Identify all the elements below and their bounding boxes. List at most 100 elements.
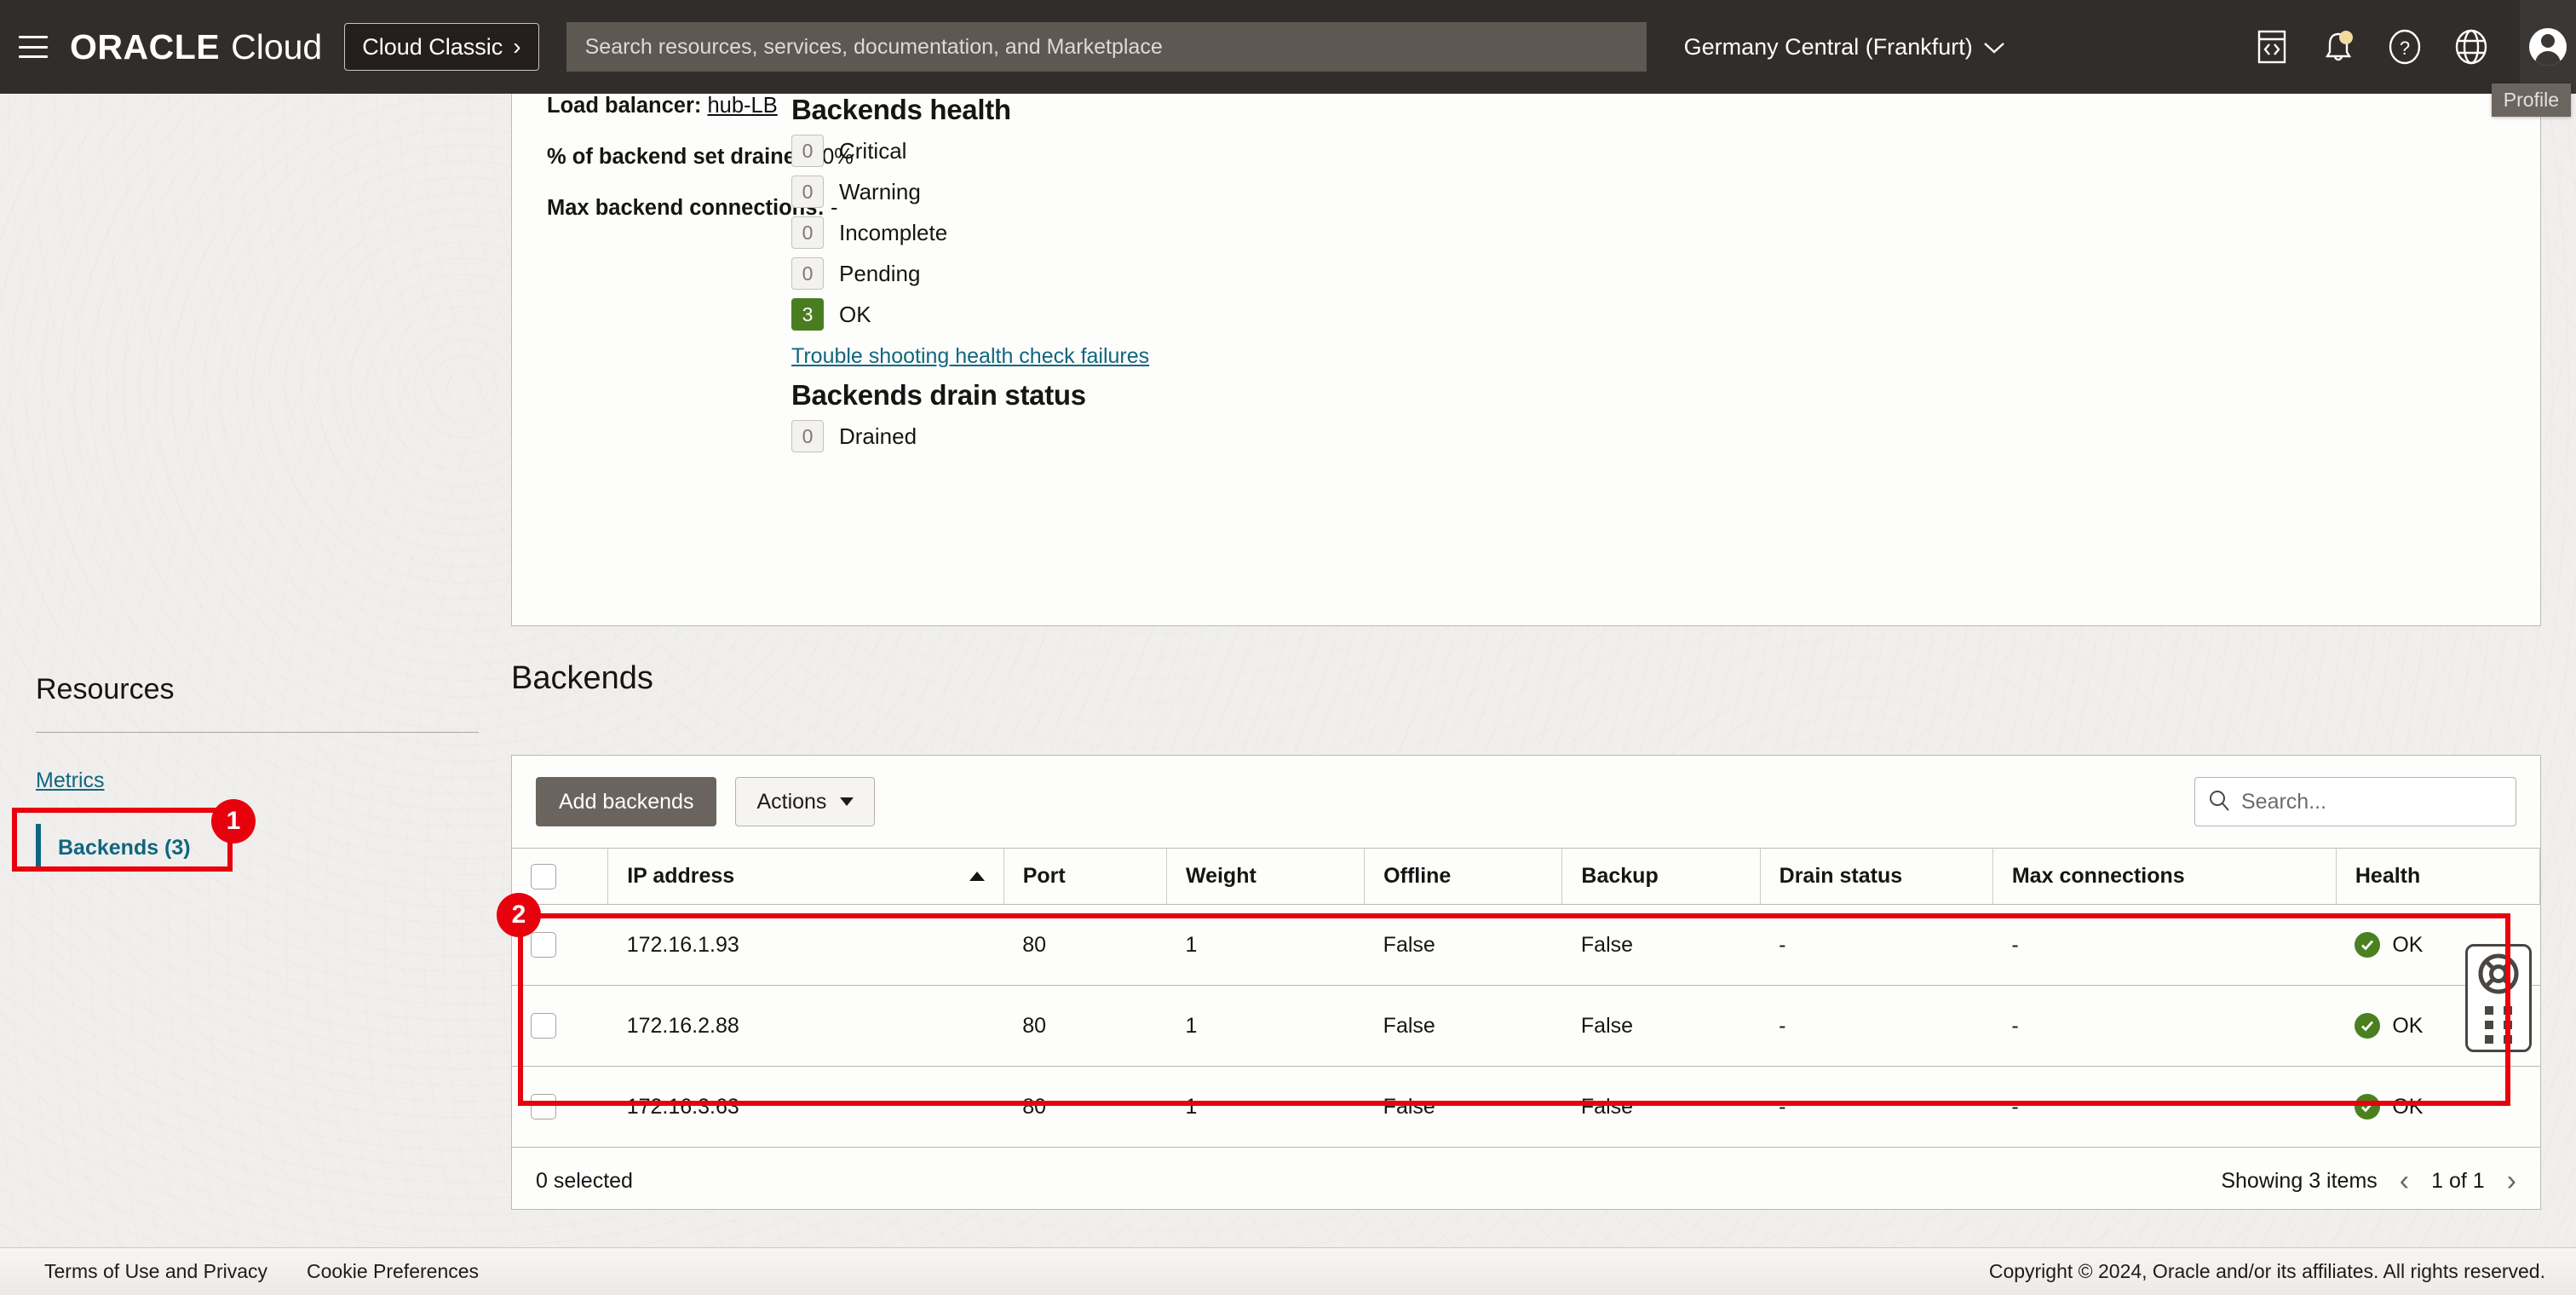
table-search-box[interactable] bbox=[2194, 777, 2516, 826]
table-footer: 0 selected Showing 3 items ‹ 1 of 1 › bbox=[512, 1148, 2540, 1214]
actions-button[interactable]: Actions bbox=[735, 777, 875, 826]
cell-ip-address: 172.16.3.63 bbox=[608, 1067, 1003, 1148]
drain-label-drained: Drained bbox=[839, 423, 917, 450]
profile-avatar-icon[interactable] bbox=[2520, 0, 2576, 94]
health-label-incomplete: Incomplete bbox=[839, 220, 947, 246]
global-search-wrapper bbox=[566, 22, 1647, 72]
column-header-offline[interactable]: Offline bbox=[1365, 849, 1562, 905]
select-all-checkbox[interactable] bbox=[531, 864, 556, 889]
health-label-critical: Critical bbox=[839, 138, 906, 164]
previous-page-icon[interactable]: ‹ bbox=[2400, 1166, 2409, 1195]
cell-ip-address: 172.16.1.93 bbox=[608, 905, 1003, 986]
health-label-warning: Warning bbox=[839, 179, 921, 205]
backend-set-details-panel: Load balancer: hub-LB % of backend set d… bbox=[511, 94, 2541, 626]
chevron-right-icon: › bbox=[513, 35, 520, 59]
table-search-input[interactable] bbox=[2241, 790, 2504, 814]
sidebar-item-backends[interactable]: Backends (3) bbox=[36, 824, 479, 872]
backends-drain-status-title: Backends drain status bbox=[791, 379, 1149, 412]
cell-backup: False bbox=[1562, 986, 1760, 1067]
annotation-badge-2: 2 bbox=[497, 893, 541, 937]
resources-divider bbox=[36, 732, 479, 733]
table-row[interactable]: 172.16.2.88 80 1 False False - - OK bbox=[512, 986, 2540, 1067]
cloud-classic-label: Cloud Classic bbox=[362, 34, 503, 60]
table-header-row: IP address Port Weight Offline Backup Dr… bbox=[512, 849, 2540, 905]
column-header-weight[interactable]: Weight bbox=[1166, 849, 1364, 905]
health-row-pending: 0 Pending bbox=[791, 257, 1149, 290]
help-question-icon[interactable]: ? bbox=[2385, 27, 2424, 66]
cell-weight: 1 bbox=[1166, 905, 1364, 986]
health-row-warning: 0 Warning bbox=[791, 176, 1149, 208]
column-header-ip-address[interactable]: IP address bbox=[608, 849, 1003, 905]
table-row[interactable]: 172.16.3.63 80 1 False False - - OK bbox=[512, 1067, 2540, 1148]
health-count-ok: 3 bbox=[791, 298, 824, 331]
row-checkbox[interactable] bbox=[531, 932, 556, 958]
health-row-ok: 3 OK bbox=[791, 298, 1149, 331]
resources-title: Resources bbox=[36, 673, 479, 706]
cell-max-connections: - bbox=[1992, 986, 2336, 1067]
drained-percent-label: % of backend set drained: bbox=[547, 145, 816, 169]
drain-row-drained: 0 Drained bbox=[791, 420, 1149, 452]
brand-oracle-text: ORACLE bbox=[70, 27, 220, 67]
row-select-cell bbox=[512, 1067, 608, 1148]
row-checkbox[interactable] bbox=[531, 1013, 556, 1039]
code-editor-icon[interactable] bbox=[2252, 27, 2291, 66]
status-badge: OK bbox=[2392, 1014, 2423, 1039]
language-globe-icon[interactable] bbox=[2452, 27, 2491, 66]
row-select-cell bbox=[512, 986, 608, 1067]
cell-drain-status: - bbox=[1760, 1067, 1992, 1148]
profile-tooltip: Profile bbox=[2492, 83, 2571, 117]
annotation-badge-1: 1 bbox=[211, 799, 256, 843]
hamburger-menu-icon[interactable] bbox=[19, 36, 48, 58]
health-label-pending: Pending bbox=[839, 261, 920, 287]
region-selector[interactable]: Germany Central (Frankfurt) bbox=[1684, 34, 2005, 60]
next-page-icon[interactable]: › bbox=[2507, 1166, 2516, 1195]
row-checkbox[interactable] bbox=[531, 1094, 556, 1119]
column-header-backup[interactable]: Backup bbox=[1562, 849, 1760, 905]
global-search-input[interactable] bbox=[566, 22, 1647, 72]
cookie-preferences-link[interactable]: Cookie Preferences bbox=[307, 1260, 479, 1283]
backends-table: IP address Port Weight Offline Backup Dr… bbox=[512, 848, 2540, 1148]
drag-handle-icon[interactable] bbox=[2485, 1006, 2512, 1044]
terms-link[interactable]: Terms of Use and Privacy bbox=[44, 1260, 267, 1283]
life-ring-support-icon[interactable] bbox=[2477, 953, 2520, 999]
backends-health-panel: Backends health 0 Critical 0 Warning 0 I… bbox=[791, 94, 1149, 452]
cell-health: OK bbox=[2336, 1067, 2539, 1148]
showing-items-label: Showing 3 items bbox=[2221, 1169, 2377, 1194]
pagination: Showing 3 items ‹ 1 of 1 › bbox=[2221, 1166, 2516, 1195]
sidebar-item-metrics[interactable]: Metrics bbox=[36, 768, 479, 793]
top-bar-icon-group: ? bbox=[2252, 27, 2520, 66]
cell-port: 80 bbox=[1003, 1067, 1166, 1148]
table-row[interactable]: 172.16.1.93 80 1 False False - - OK bbox=[512, 905, 2540, 986]
active-indicator-bar bbox=[36, 824, 41, 872]
resources-sidebar: Resources Metrics Backends (3) bbox=[36, 673, 479, 872]
column-header-port[interactable]: Port bbox=[1003, 849, 1166, 905]
cell-offline: False bbox=[1365, 986, 1562, 1067]
support-widget[interactable] bbox=[2465, 944, 2532, 1052]
load-balancer-label: Load balancer: bbox=[547, 94, 701, 118]
backends-health-title: Backends health bbox=[791, 94, 1149, 126]
add-backends-button[interactable]: Add backends bbox=[536, 777, 716, 826]
column-header-max-connections[interactable]: Max connections bbox=[1992, 849, 2336, 905]
health-count-incomplete: 0 bbox=[791, 216, 824, 249]
column-header-drain-status[interactable]: Drain status bbox=[1760, 849, 1992, 905]
oracle-cloud-logo[interactable]: ORACLE Cloud bbox=[70, 27, 322, 67]
cloud-classic-button[interactable]: Cloud Classic › bbox=[344, 23, 538, 71]
load-balancer-link[interactable]: hub-LB bbox=[707, 94, 777, 118]
health-count-pending: 0 bbox=[791, 257, 824, 290]
page-indicator: 1 of 1 bbox=[2431, 1169, 2485, 1194]
status-ok-check-icon bbox=[2355, 1094, 2380, 1119]
notifications-bell-icon[interactable] bbox=[2319, 27, 2358, 66]
column-header-health[interactable]: Health bbox=[2336, 849, 2539, 905]
brand-cloud-text: Cloud bbox=[231, 27, 322, 67]
footer-links: Terms of Use and Privacy Cookie Preferen… bbox=[44, 1260, 479, 1283]
region-label: Germany Central (Frankfurt) bbox=[1684, 34, 1973, 60]
backends-table-toolbar: Add backends Actions bbox=[512, 756, 2540, 848]
actions-button-label: Actions bbox=[756, 790, 826, 814]
search-icon bbox=[2207, 788, 2231, 816]
cell-offline: False bbox=[1365, 1067, 1562, 1148]
health-label-ok: OK bbox=[839, 302, 871, 328]
cell-max-connections: - bbox=[1992, 1067, 2336, 1148]
troubleshoot-health-check-link[interactable]: Trouble shooting health check failures bbox=[791, 344, 1149, 369]
cell-weight: 1 bbox=[1166, 986, 1364, 1067]
status-ok-check-icon bbox=[2355, 1013, 2380, 1039]
